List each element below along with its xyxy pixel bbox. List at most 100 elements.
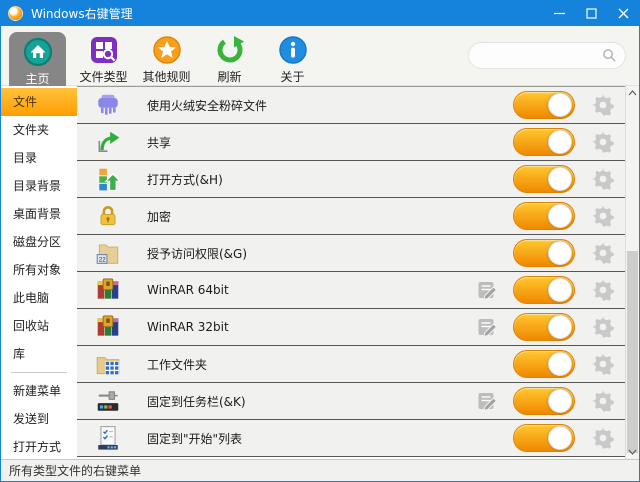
- open-with-icon: [95, 166, 121, 192]
- search-box: [468, 42, 626, 69]
- lock-icon: [95, 203, 121, 229]
- maximize-icon[interactable]: [575, 1, 607, 26]
- gear-icon[interactable]: [591, 167, 615, 191]
- toggle-switch[interactable]: [513, 165, 575, 193]
- sidebar-item[interactable]: 目录: [1, 144, 77, 172]
- toggle-knob: [548, 389, 572, 413]
- gear-icon[interactable]: [591, 426, 615, 450]
- toggle-switch[interactable]: [513, 313, 575, 341]
- toggle-switch[interactable]: [513, 91, 575, 119]
- toggle-switch[interactable]: [513, 239, 575, 267]
- gear-icon[interactable]: [591, 278, 615, 302]
- scroll-down-icon[interactable]: [626, 445, 639, 459]
- row-label: 加密: [147, 208, 475, 225]
- row-label: 共享: [147, 134, 475, 151]
- toggle-switch[interactable]: [513, 350, 575, 378]
- toolbar: 主页文件类型其他规则 刷新 关于: [1, 26, 639, 86]
- sidebar-item[interactable]: 打开方式: [1, 433, 77, 461]
- sidebar-item[interactable]: 所有对象: [1, 256, 77, 284]
- toggle-knob: [548, 278, 572, 302]
- sidebar-item[interactable]: 桌面背景: [1, 200, 77, 228]
- list-row: 使用火绒安全粉碎文件: [77, 87, 625, 124]
- sidebar-item[interactable]: 文件夹: [1, 116, 77, 144]
- gear-icon[interactable]: [591, 241, 615, 265]
- sidebar-item[interactable]: 库: [1, 340, 77, 368]
- gear-icon[interactable]: [591, 315, 615, 339]
- toolbar-button-other-rules[interactable]: 其他规则: [139, 26, 195, 85]
- gear-icon[interactable]: [591, 130, 615, 154]
- share-icon: [95, 129, 121, 155]
- list-row: WinRAR 64bit: [77, 272, 625, 309]
- gear-icon[interactable]: [591, 389, 615, 413]
- toggle-knob: [548, 93, 572, 117]
- window-controls: [543, 1, 639, 26]
- gear-icon[interactable]: [591, 204, 615, 228]
- toolbar-button-about[interactable]: 关于: [265, 26, 321, 85]
- winrar-icon: [95, 277, 121, 303]
- scrollbar-thumb[interactable]: [627, 251, 638, 453]
- toggle-knob: [548, 167, 572, 191]
- toggle-switch[interactable]: [513, 424, 575, 452]
- toggle-knob: [548, 426, 572, 450]
- toggle-knob: [548, 315, 572, 339]
- toggle-knob: [548, 241, 572, 265]
- list-row: 共享: [77, 124, 625, 161]
- row-label: WinRAR 32bit: [147, 320, 475, 334]
- toolbar-buttons: 主页文件类型其他规则 刷新 关于: [1, 26, 324, 86]
- toolbar-button-home[interactable]: 主页: [9, 32, 66, 86]
- sidebar-item[interactable]: 新建菜单: [1, 377, 77, 405]
- list-row: 固定到任务栏(&K): [77, 383, 625, 420]
- toolbar-button-file-types[interactable]: 文件类型: [76, 26, 132, 85]
- toggle-switch[interactable]: [513, 387, 575, 415]
- refresh-icon: [215, 35, 245, 65]
- winrar-icon: [95, 314, 121, 340]
- row-label: WinRAR 64bit: [147, 283, 475, 297]
- row-label: 使用火绒安全粉碎文件: [147, 97, 475, 114]
- shredder-icon: [95, 92, 121, 118]
- edit-icon[interactable]: [475, 389, 499, 413]
- list-row: 22 授予访问权限(&G): [77, 235, 625, 272]
- sidebar-item[interactable]: 文件: [1, 88, 77, 116]
- toggle-switch[interactable]: [513, 276, 575, 304]
- pin-start-icon: [95, 425, 121, 451]
- main-content: 文件文件夹目录目录背景桌面背景磁盘分区所有对象此电脑回收站库新建菜单发送到打开方…: [1, 86, 639, 459]
- pin-taskbar-icon: [95, 388, 121, 414]
- scroll-up-icon[interactable]: [626, 86, 639, 100]
- svg-text:22: 22: [99, 257, 106, 263]
- sidebar-item[interactable]: 此电脑: [1, 284, 77, 312]
- about-icon: [278, 35, 308, 65]
- file-types-icon: [89, 35, 119, 65]
- app-icon: [8, 6, 23, 21]
- toolbar-button-label: 刷新: [217, 68, 241, 85]
- magnifier-icon[interactable]: [602, 48, 617, 63]
- list-row: 加密: [77, 198, 625, 235]
- grant-access-icon: 22: [95, 240, 121, 266]
- toggle-knob: [548, 204, 572, 228]
- other-rules-icon: [152, 35, 182, 65]
- scrollbar[interactable]: [625, 86, 639, 459]
- toolbar-button-label: 其他规则: [142, 68, 190, 85]
- status-text: 所有类型文件的右键菜单: [9, 462, 141, 479]
- close-icon[interactable]: [607, 1, 639, 26]
- toggle-switch[interactable]: [513, 202, 575, 230]
- sidebar-item[interactable]: 磁盘分区: [1, 228, 77, 256]
- gear-icon[interactable]: [591, 352, 615, 376]
- toolbar-button-label: 关于: [280, 68, 304, 85]
- edit-icon[interactable]: [475, 315, 499, 339]
- toolbar-button-refresh[interactable]: 刷新: [202, 26, 258, 85]
- menu-list: 使用火绒安全粉碎文件共享打开方式(&H)加密22授予访问权限(&G)WinRAR…: [77, 86, 625, 459]
- sidebar-item[interactable]: 发送到: [1, 405, 77, 433]
- row-label: 授予访问权限(&G): [147, 245, 475, 262]
- sidebar-item[interactable]: 回收站: [1, 312, 77, 340]
- app-window: Windows右键管理 主页文件类型其他规则刷新关于 文件文件夹目录目录背景桌面…: [0, 0, 640, 482]
- edit-icon[interactable]: [475, 278, 499, 302]
- minimize-icon[interactable]: [543, 1, 575, 26]
- gear-icon[interactable]: [591, 93, 615, 117]
- home-icon: [23, 37, 53, 67]
- toolbar-button-label: 文件类型: [79, 68, 127, 85]
- sidebar-item[interactable]: 目录背景: [1, 172, 77, 200]
- sidebar: 文件文件夹目录目录背景桌面背景磁盘分区所有对象此电脑回收站库新建菜单发送到打开方…: [1, 86, 77, 459]
- row-label: 固定到"开始"列表: [147, 430, 475, 447]
- statusbar: 所有类型文件的右键菜单: [1, 459, 639, 481]
- toggle-switch[interactable]: [513, 128, 575, 156]
